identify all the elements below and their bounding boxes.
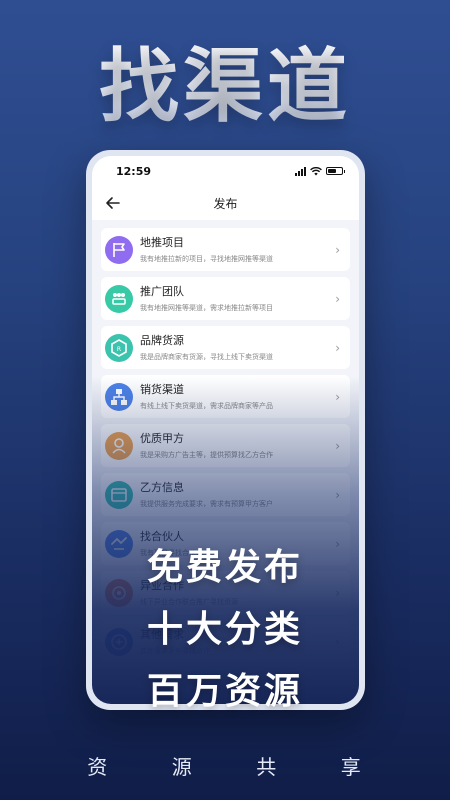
signal-icon	[295, 166, 306, 176]
status-time: 12:59	[116, 164, 152, 178]
svg-text:R: R	[117, 346, 121, 353]
footer-char: 享	[340, 755, 363, 779]
wifi-icon	[310, 166, 322, 175]
list-item-text: 推广团队我有地推网推等渠道，需求地推拉新等项目	[140, 285, 335, 313]
nav-bar: 发布	[92, 186, 359, 220]
footer-char: 共	[256, 755, 279, 779]
tagline-million-resources: 百万资源	[146, 671, 303, 712]
list-item-description: 我有地推网推等渠道，需求地推拉新等项目	[140, 303, 273, 312]
list-item-text: 品牌货源我是品牌商家有货源，寻找上线下卖货渠道	[140, 334, 335, 362]
status-icons	[295, 166, 345, 176]
nav-title: 发布	[213, 196, 238, 211]
flag-icon	[105, 235, 133, 264]
brand-icon: R	[105, 333, 133, 362]
battery-icon	[326, 167, 345, 175]
list-item-description: 我是品牌商家有货源，寻找上线下卖货渠道	[140, 352, 273, 361]
back-arrow-icon[interactable]	[104, 194, 122, 212]
list-item-description: 我有地推拉新的项目，寻找地推网推等渠道	[140, 254, 273, 263]
status-bar: 12:59	[92, 156, 359, 186]
footer-slogan: 资 源 共 享	[0, 751, 450, 780]
list-item[interactable]: 地推项目 我有地推拉新的项目，寻找地推网推等渠道 ›	[101, 228, 350, 271]
footer-char: 资	[87, 755, 110, 779]
chevron-right-icon: ›	[335, 291, 340, 306]
team-icon	[105, 284, 133, 313]
chevron-right-icon: ›	[335, 340, 340, 355]
list-item-title: 品牌货源	[140, 333, 184, 347]
list-item-text: 地推项目我有地推拉新的项目，寻找地推网推等渠道	[140, 236, 335, 264]
hero-title: 找渠道	[0, 22, 450, 138]
list-item-title: 推广团队	[140, 284, 184, 298]
footer-char: 源	[171, 755, 194, 779]
list-item-title: 地推项目	[140, 235, 184, 249]
tagline-free-publish: 免费发布	[146, 547, 303, 588]
list-item[interactable]: R 品牌货源 我是品牌商家有货源，寻找上线下卖货渠道 ›	[101, 326, 350, 369]
tagline-ten-categories: 十大分类	[146, 609, 303, 650]
chevron-right-icon: ›	[335, 242, 340, 257]
list-item[interactable]: 推广团队 我有地推网推等渠道，需求地推拉新等项目 ›	[101, 277, 350, 320]
